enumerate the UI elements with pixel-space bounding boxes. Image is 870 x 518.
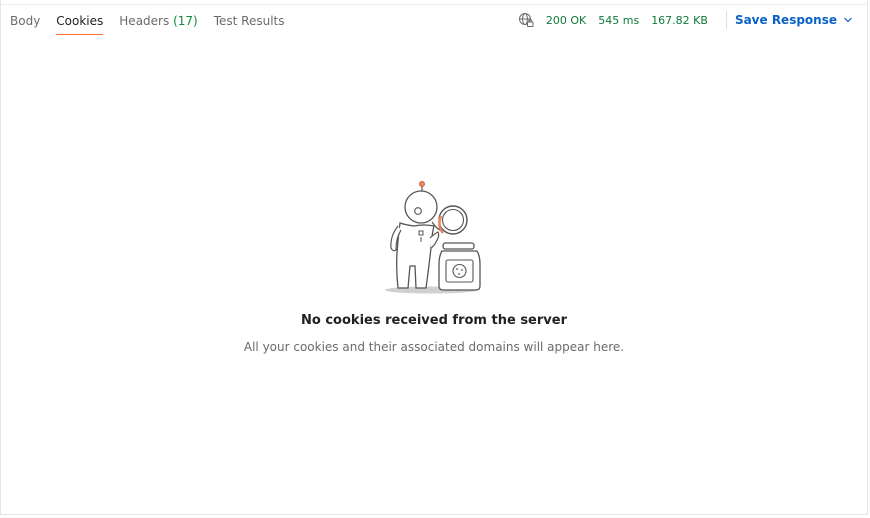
- response-panel: Body Cookies Headers (17) Test Results 2…: [0, 0, 868, 515]
- headers-count: (17): [173, 14, 198, 28]
- save-response-button[interactable]: Save Response: [735, 13, 853, 27]
- response-tabs: Body Cookies Headers (17) Test Results: [10, 12, 300, 35]
- response-time[interactable]: 545 ms: [598, 14, 639, 27]
- empty-state-subtitle: All your cookies and their associated do…: [243, 340, 625, 354]
- tab-headers[interactable]: Headers (17): [119, 13, 197, 29]
- status-code[interactable]: 200 OK: [546, 14, 586, 27]
- empty-state-title: No cookies received from the server: [301, 313, 567, 328]
- response-size[interactable]: 167.82 KB: [651, 14, 708, 27]
- tab-test-results-label: Test Results: [213, 14, 285, 28]
- tab-headers-label: Headers: [119, 14, 170, 28]
- empty-state: No cookies received from the server All …: [1, 178, 867, 354]
- tab-cookies[interactable]: Cookies: [56, 13, 104, 35]
- panel-divider: [1, 4, 867, 5]
- save-response-label: Save Response: [734, 13, 837, 27]
- response-status-bar: 200 OK 545 ms 167.82 KB Save Response: [518, 11, 853, 29]
- tab-test-results[interactable]: Test Results: [214, 13, 285, 29]
- tab-body[interactable]: Body: [10, 13, 40, 29]
- astronaut-cookie-jar-illustration: [385, 181, 481, 294]
- tab-body-label: Body: [10, 14, 41, 28]
- globe-lock-icon[interactable]: [518, 12, 534, 28]
- tab-cookies-label: Cookies: [56, 14, 104, 28]
- chevron-down-icon: [843, 15, 853, 25]
- status-divider: [725, 11, 727, 29]
